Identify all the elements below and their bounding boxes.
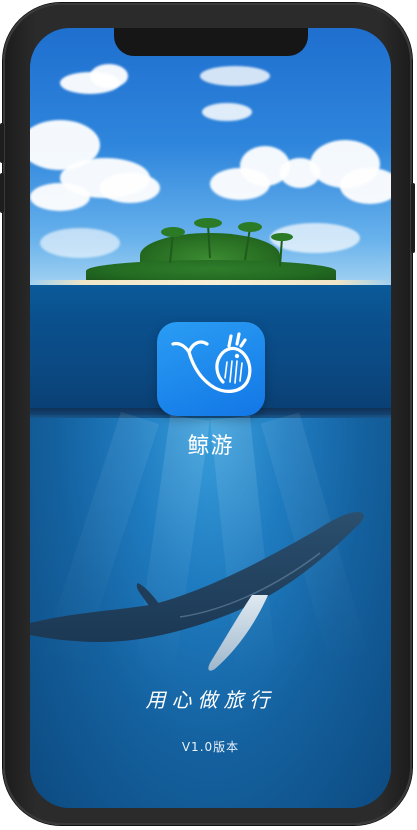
volume-up-button — [0, 123, 4, 163]
phone-frame: 鲸游 用心做旅行 V1.0版本 — [0, 3, 415, 825]
whale-app-icon — [157, 322, 265, 416]
humpback-whale-image — [30, 512, 364, 671]
palm-trees — [161, 218, 293, 267]
version-label: V1.0版本 — [181, 740, 240, 754]
splash-screen: 鲸游 用心做旅行 V1.0版本 — [30, 28, 391, 808]
power-button — [411, 183, 415, 253]
volume-down-button — [0, 173, 4, 213]
app-name: 鲸游 — [187, 434, 234, 459]
app-slogan: 用心做旅行 — [145, 688, 276, 712]
phone-notch — [114, 28, 308, 56]
